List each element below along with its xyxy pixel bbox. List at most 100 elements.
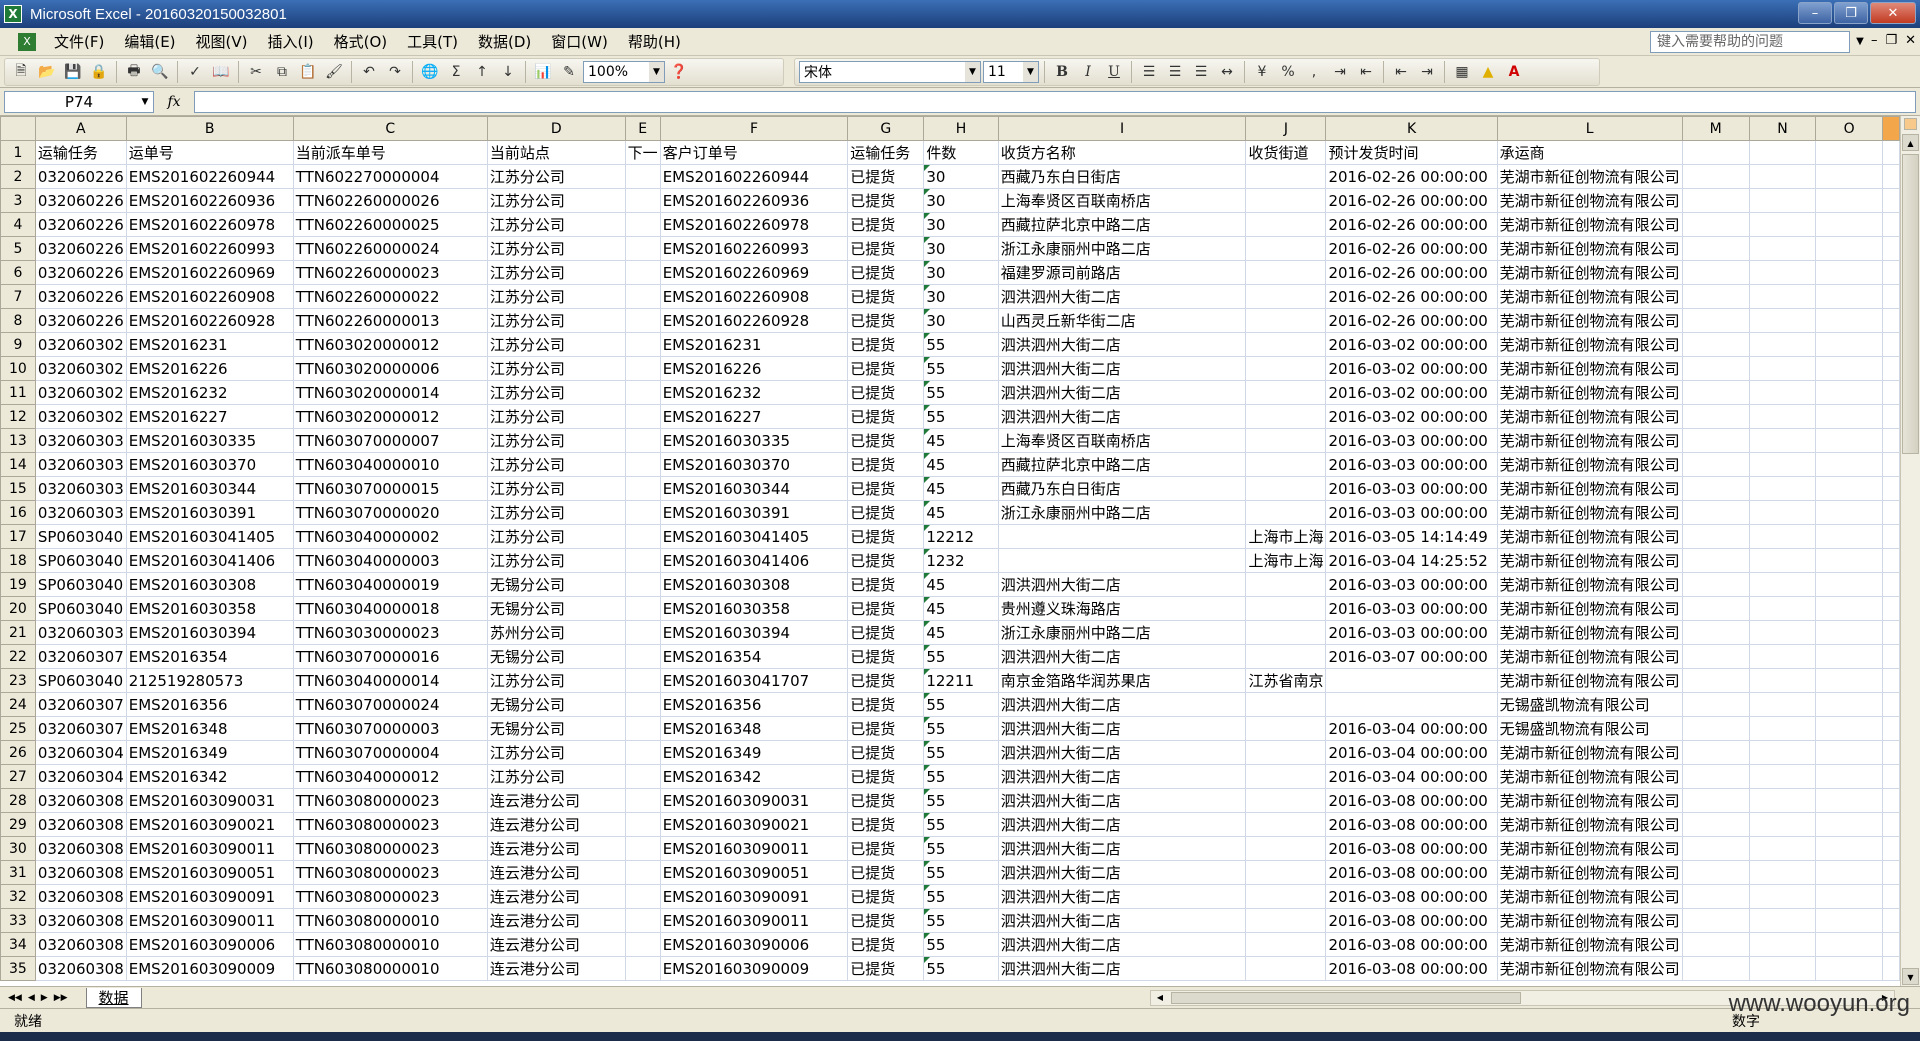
cell[interactable]: 032060302	[34, 356, 127, 381]
cell[interactable]	[1245, 212, 1327, 237]
cell[interactable]: 连云港分公司	[486, 956, 626, 981]
cell[interactable]: 芜湖市新征创物流有限公司	[1496, 188, 1683, 213]
scroll-thumb[interactable]	[1171, 992, 1521, 1004]
cell[interactable]: 55	[923, 788, 999, 813]
align-center-icon[interactable]: ☰	[1163, 60, 1187, 84]
cell[interactable]: EMS2016348	[125, 716, 294, 741]
cell[interactable]: 已提货	[847, 764, 925, 789]
cell[interactable]: 032060303	[34, 620, 127, 645]
cell[interactable]: 泗洪泗州大街二店	[997, 836, 1247, 861]
row-header[interactable]: 7	[0, 284, 36, 309]
cell[interactable]: EMS2016227	[125, 404, 294, 429]
cell[interactable]: EMS2016226	[659, 356, 849, 381]
cell[interactable]: 山西灵丘新华街二店	[997, 308, 1247, 333]
cell[interactable]: 032060308	[34, 860, 127, 885]
cell[interactable]: 已提货	[847, 812, 925, 837]
currency-icon[interactable]: ¥	[1250, 60, 1274, 84]
cell[interactable]	[1882, 548, 1900, 573]
cell[interactable]: 212519280573	[125, 668, 294, 693]
cell[interactable]: 032060302	[34, 380, 127, 405]
cell[interactable]	[1748, 188, 1817, 213]
cell[interactable]: 032060307	[34, 716, 127, 741]
cell[interactable]	[1245, 788, 1327, 813]
cell[interactable]: 2016-03-07 00:00:00	[1325, 644, 1498, 669]
cell[interactable]: 55	[923, 908, 999, 933]
cell[interactable]: 无锡分公司	[486, 572, 626, 597]
cell[interactable]: 芜湖市新征创物流有限公司	[1496, 452, 1683, 477]
cell[interactable]	[1748, 596, 1817, 621]
cell[interactable]: TTN603080000023	[292, 860, 488, 885]
cell[interactable]	[1882, 188, 1900, 213]
cell[interactable]: 芜湖市新征创物流有限公司	[1496, 308, 1683, 333]
cell[interactable]: TTN603070000007	[292, 428, 488, 453]
cell[interactable]: 江苏分公司	[486, 740, 626, 765]
cell[interactable]: 2016-03-03 00:00:00	[1325, 452, 1498, 477]
cell[interactable]	[1681, 140, 1750, 165]
cell[interactable]	[624, 452, 661, 477]
cell[interactable]	[1882, 284, 1900, 309]
cell[interactable]: 30	[923, 188, 999, 213]
new-icon[interactable]: 🗎	[9, 60, 33, 84]
cell[interactable]: 032060226	[34, 308, 127, 333]
cell[interactable]: TTN603080000010	[292, 932, 488, 957]
cell[interactable]	[1681, 860, 1750, 885]
cell[interactable]: 032060226	[34, 212, 127, 237]
cell[interactable]: 芜湖市新征创物流有限公司	[1496, 164, 1683, 189]
cell[interactable]	[624, 764, 661, 789]
cell[interactable]: 泗洪泗州大街二店	[997, 692, 1247, 717]
cell[interactable]	[1325, 668, 1498, 693]
cell[interactable]: 2016-02-26 00:00:00	[1325, 284, 1498, 309]
cell[interactable]	[1815, 860, 1884, 885]
cell[interactable]: TTN603070000003	[292, 716, 488, 741]
cell[interactable]	[1245, 236, 1327, 261]
cell[interactable]	[1748, 212, 1817, 237]
cell[interactable]: 江苏分公司	[486, 212, 626, 237]
cell[interactable]	[624, 404, 661, 429]
cell[interactable]	[1245, 380, 1327, 405]
cell[interactable]: 江苏分公司	[486, 764, 626, 789]
row-header[interactable]: 1	[0, 140, 36, 165]
cell[interactable]: 032060304	[34, 764, 127, 789]
cell[interactable]	[1882, 524, 1900, 549]
cell[interactable]	[1245, 692, 1327, 717]
cell[interactable]: 30	[923, 308, 999, 333]
cell[interactable]	[624, 860, 661, 885]
cell[interactable]: 2016-02-26 00:00:00	[1325, 308, 1498, 333]
cell[interactable]: EMS201603090009	[659, 956, 849, 981]
cell[interactable]: TTN603080000023	[292, 836, 488, 861]
cell[interactable]: EMS2016232	[659, 380, 849, 405]
cell[interactable]: 032060302	[34, 332, 127, 357]
cell[interactable]	[624, 212, 661, 237]
cell[interactable]	[1815, 836, 1884, 861]
cell[interactable]: 已提货	[847, 404, 925, 429]
cell[interactable]	[1681, 548, 1750, 573]
cell[interactable]: 已提货	[847, 308, 925, 333]
cell[interactable]	[1681, 836, 1750, 861]
drawing-icon[interactable]: ✎	[557, 60, 581, 84]
cell[interactable]: 已提货	[847, 332, 925, 357]
row-header[interactable]: 26	[0, 740, 36, 765]
row-header[interactable]: 30	[0, 836, 36, 861]
column-header[interactable]: H	[923, 116, 999, 141]
help-search-input[interactable]: 键入需要帮助的问题	[1650, 31, 1850, 53]
row-header[interactable]: 19	[0, 572, 36, 597]
cell[interactable]	[1748, 836, 1817, 861]
cell[interactable]: EMS2016030344	[659, 476, 849, 501]
cell[interactable]	[624, 356, 661, 381]
fill-color-icon[interactable]: ▲	[1476, 60, 1500, 84]
cell[interactable]: 30	[923, 164, 999, 189]
cell[interactable]: EMS201603090006	[125, 932, 294, 957]
cell[interactable]: 已提货	[847, 524, 925, 549]
cell[interactable]: 12212	[923, 524, 999, 549]
cell[interactable]	[1681, 644, 1750, 669]
cell[interactable]: 2016-03-03 00:00:00	[1325, 620, 1498, 645]
cell[interactable]: 2016-03-05 14:14:49	[1325, 524, 1498, 549]
cell[interactable]: 55	[923, 356, 999, 381]
cell[interactable]	[1245, 740, 1327, 765]
cell[interactable]: 江苏分公司	[486, 380, 626, 405]
cell[interactable]: 件数	[923, 140, 999, 165]
cell[interactable]	[1245, 428, 1327, 453]
cell[interactable]: 泗洪泗州大街二店	[997, 740, 1247, 765]
undo-icon[interactable]: ↶	[357, 60, 381, 84]
menu-item[interactable]: 窗口(W)	[541, 30, 618, 54]
